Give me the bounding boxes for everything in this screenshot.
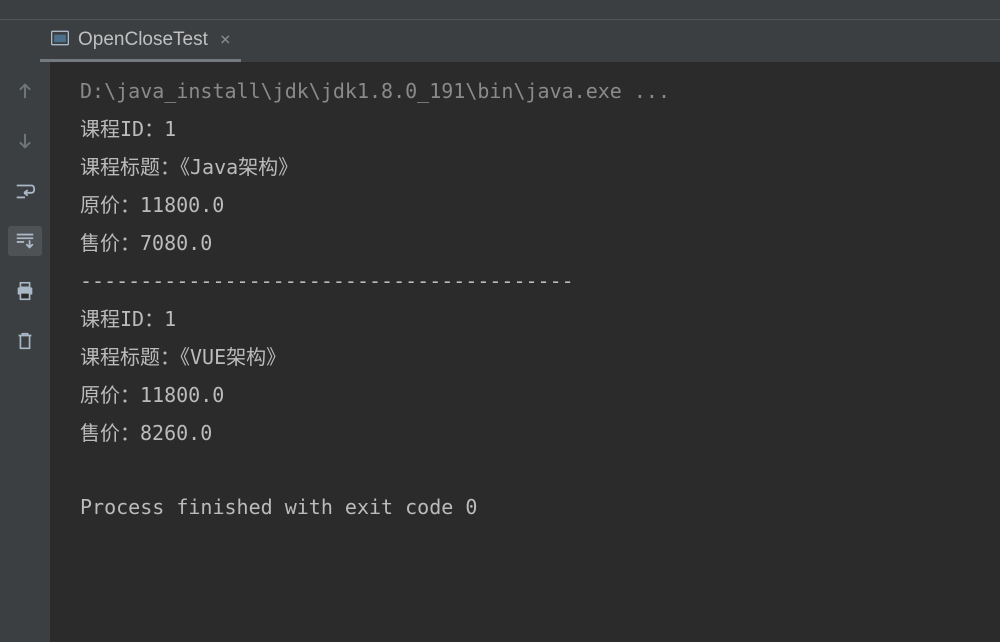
console-command-line: D:\java_install\jdk\jdk1.8.0_191\bin\jav… (80, 72, 992, 110)
console-blank-line (80, 452, 992, 488)
main-area: D:\java_install\jdk\jdk1.8.0_191\bin\jav… (0, 62, 1000, 642)
console-line: 原价：11800.0 (80, 376, 992, 414)
print-button[interactable] (8, 276, 42, 306)
down-arrow-button[interactable] (8, 126, 42, 156)
scroll-to-end-button[interactable] (8, 226, 42, 256)
run-tab[interactable]: OpenCloseTest × (40, 20, 241, 62)
console-line: 售价：7080.0 (80, 224, 992, 262)
console-line: 课程标题：《Java架构》 (80, 148, 992, 186)
trash-button[interactable] (8, 326, 42, 356)
console-exit-line: Process finished with exit code 0 (80, 488, 992, 526)
run-tab-title: OpenCloseTest (78, 29, 208, 51)
console-line: 课程标题：《VUE架构》 (80, 338, 992, 376)
console-output[interactable]: D:\java_install\jdk\jdk1.8.0_191\bin\jav… (50, 62, 1000, 642)
console-line: 课程ID：1 (80, 110, 992, 148)
console-line: 原价：11800.0 (80, 186, 992, 224)
run-tab-bar: OpenCloseTest × (0, 20, 1000, 62)
console-line: 售价：8260.0 (80, 414, 992, 452)
console-line: 课程ID：1 (80, 300, 992, 338)
close-icon[interactable]: × (220, 29, 231, 50)
soft-wrap-button[interactable] (8, 176, 42, 206)
console-toolbar (0, 62, 50, 642)
window-top-bar (0, 0, 1000, 20)
run-tab-icon (50, 28, 70, 52)
console-separator: ----------------------------------------… (80, 262, 992, 300)
up-arrow-button[interactable] (8, 76, 42, 106)
